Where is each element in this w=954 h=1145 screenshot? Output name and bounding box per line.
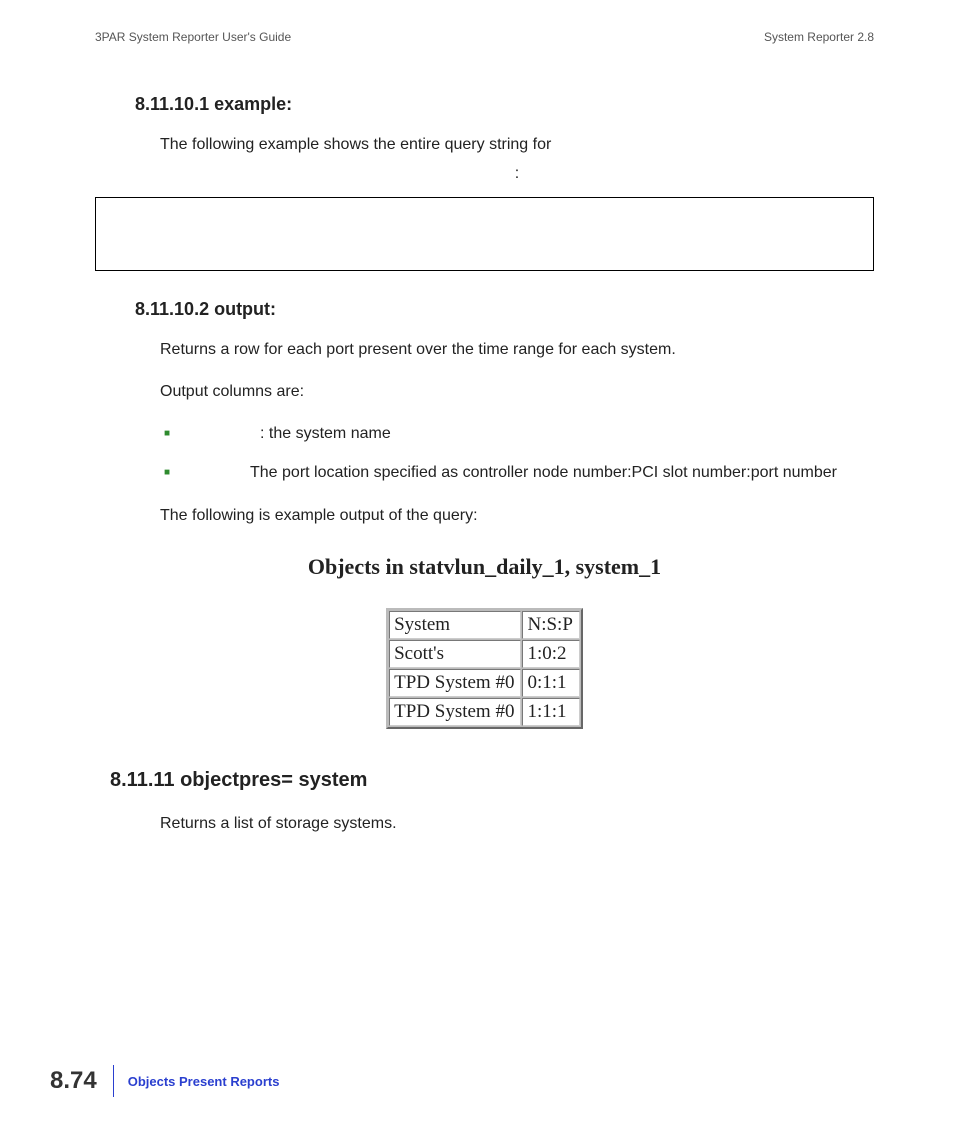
page-number: 8.74: [50, 1067, 113, 1095]
example-intro: The following example shows the entire q…: [95, 133, 874, 157]
example-colon: :: [95, 165, 874, 183]
bullet-text: : the system name: [260, 425, 391, 442]
table-cell: 0:1:1: [522, 669, 579, 697]
output-line3: The following is example output of the q…: [95, 504, 874, 528]
table-row: TPD System #0 1:1:1: [389, 698, 580, 726]
bullet-item: The port location specified as controlle…: [160, 461, 874, 486]
page: 3PAR System Reporter User's Guide System…: [0, 0, 954, 1145]
footer: 8.74 Objects Present Reports: [50, 1065, 279, 1097]
header-right: System Reporter 2.8: [764, 30, 874, 44]
heading-example: 8.11.10.1 example:: [95, 94, 874, 115]
table-row: Scott's 1:0:2: [389, 640, 580, 668]
running-header: 3PAR System Reporter User's Guide System…: [95, 30, 874, 44]
bullet-item: : the system name: [160, 422, 874, 447]
figure-title: Objects in statvlun_daily_1, system_1: [95, 554, 874, 580]
table-cell: System: [389, 611, 521, 639]
output-line2: Output columns are:: [95, 380, 874, 404]
table-cell: 1:0:2: [522, 640, 579, 668]
figure-table-wrap: System N:S:P Scott's 1:0:2 TPD System #0…: [95, 608, 874, 729]
table-row: TPD System #0 0:1:1: [389, 669, 580, 697]
output-bullets: : the system name The port location spec…: [95, 422, 874, 486]
table-row: System N:S:P: [389, 611, 580, 639]
bullet-text: The port location specified as controlle…: [250, 464, 837, 481]
figure-table: System N:S:P Scott's 1:0:2 TPD System #0…: [386, 608, 583, 729]
table-cell: TPD System #0: [389, 669, 521, 697]
table-cell: 1:1:1: [522, 698, 579, 726]
table-cell: Scott's: [389, 640, 521, 668]
next-section-line1: Returns a list of storage systems.: [95, 812, 874, 836]
footer-divider: [113, 1065, 114, 1097]
table-cell: N:S:P: [522, 611, 579, 639]
heading-next-section: 8.11.11 objectpres= system: [95, 769, 874, 792]
output-line1: Returns a row for each port present over…: [95, 338, 874, 362]
header-left: 3PAR System Reporter User's Guide: [95, 30, 291, 44]
footer-title: Objects Present Reports: [128, 1074, 280, 1089]
code-box: [95, 197, 874, 271]
heading-output: 8.11.10.2 output:: [95, 299, 874, 320]
table-cell: TPD System #0: [389, 698, 521, 726]
